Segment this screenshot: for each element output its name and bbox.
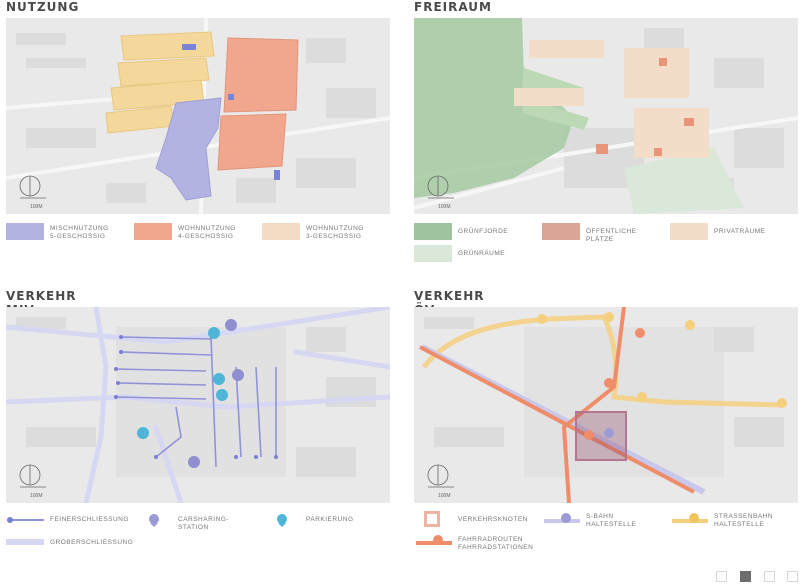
pager-dot[interactable] [764, 571, 775, 582]
legend-label: WOHNNUTZUNG 4-GESCHOSSIG [178, 225, 236, 240]
legend-label: ÖFFENTLICHE PLÄTZE [586, 228, 637, 243]
pin-yellow-line-icon [672, 513, 708, 523]
panel-title: NUTZUNG [6, 0, 80, 14]
pin-purple-line-icon [544, 513, 580, 523]
square-outline-icon [424, 511, 440, 527]
legend-swatch [134, 223, 172, 240]
legend-swatch [414, 245, 452, 262]
legend-label: FAHRRADROUTEN FAHRRADSTATIONEN [458, 536, 534, 551]
pager-dot-active[interactable] [740, 571, 751, 582]
map-miv[interactable]: 100M [6, 307, 390, 503]
panel-title: FREIRAUM [414, 0, 492, 14]
legend-label: PARKIERUNG [306, 516, 354, 523]
legend-label: STRASSENBAHN HALTESTELLE [714, 513, 774, 528]
map-graphic: 100M [6, 307, 390, 503]
legend-label: VERKEHRSKNOTEN [458, 516, 528, 523]
scale-north-icon [427, 464, 454, 488]
legend-label: S-BAHN HALTESTELLE [586, 513, 637, 528]
legend-swatch [262, 223, 300, 240]
map-graphic: 100M [6, 18, 390, 214]
pager-dot[interactable] [787, 571, 798, 582]
legend-label: GRÜNFJORDE [458, 228, 509, 235]
map-ov[interactable]: 100M [414, 307, 798, 503]
legend-label: CARSHARING-STATION [178, 516, 230, 531]
scale-north-icon [19, 175, 46, 199]
scale-label: 100M [30, 493, 43, 499]
legend-swatch [414, 223, 452, 240]
legend-label: MISCHNUTZUNG 5-GESCHOSSIG [50, 225, 109, 240]
scale-label: 100M [438, 493, 451, 499]
line-light-icon [6, 539, 44, 545]
legend-swatch [542, 223, 580, 240]
legend-label: GRÜNRÄUME [458, 250, 506, 257]
map-nutzung[interactable]: 100M [6, 18, 390, 214]
legend-swatch [6, 223, 44, 240]
scale-label: 100M [438, 204, 451, 210]
legend-label: FEINERSCHLIESSUNG [50, 516, 129, 523]
map-freiraum[interactable]: 100M [414, 18, 798, 214]
map-graphic: 100M [419, 307, 787, 503]
line-dot-icon [7, 517, 44, 523]
legend-swatch [670, 223, 708, 240]
legend-label: GROBERSCHLIESSUNG [50, 539, 134, 546]
pin-purple-icon [149, 514, 159, 527]
pin-orange-line-icon [416, 535, 452, 545]
legend-label: WOHNNUTZUNG 3-GESCHOSSIG [306, 225, 364, 240]
scale-label: 100M [30, 204, 43, 210]
scale-north-icon [19, 464, 46, 488]
pin-blue-icon [277, 514, 287, 527]
legend-label: PRIVATRÄUME [714, 228, 766, 235]
map-graphic: 100M [414, 18, 798, 214]
pager-dot[interactable] [716, 571, 727, 582]
